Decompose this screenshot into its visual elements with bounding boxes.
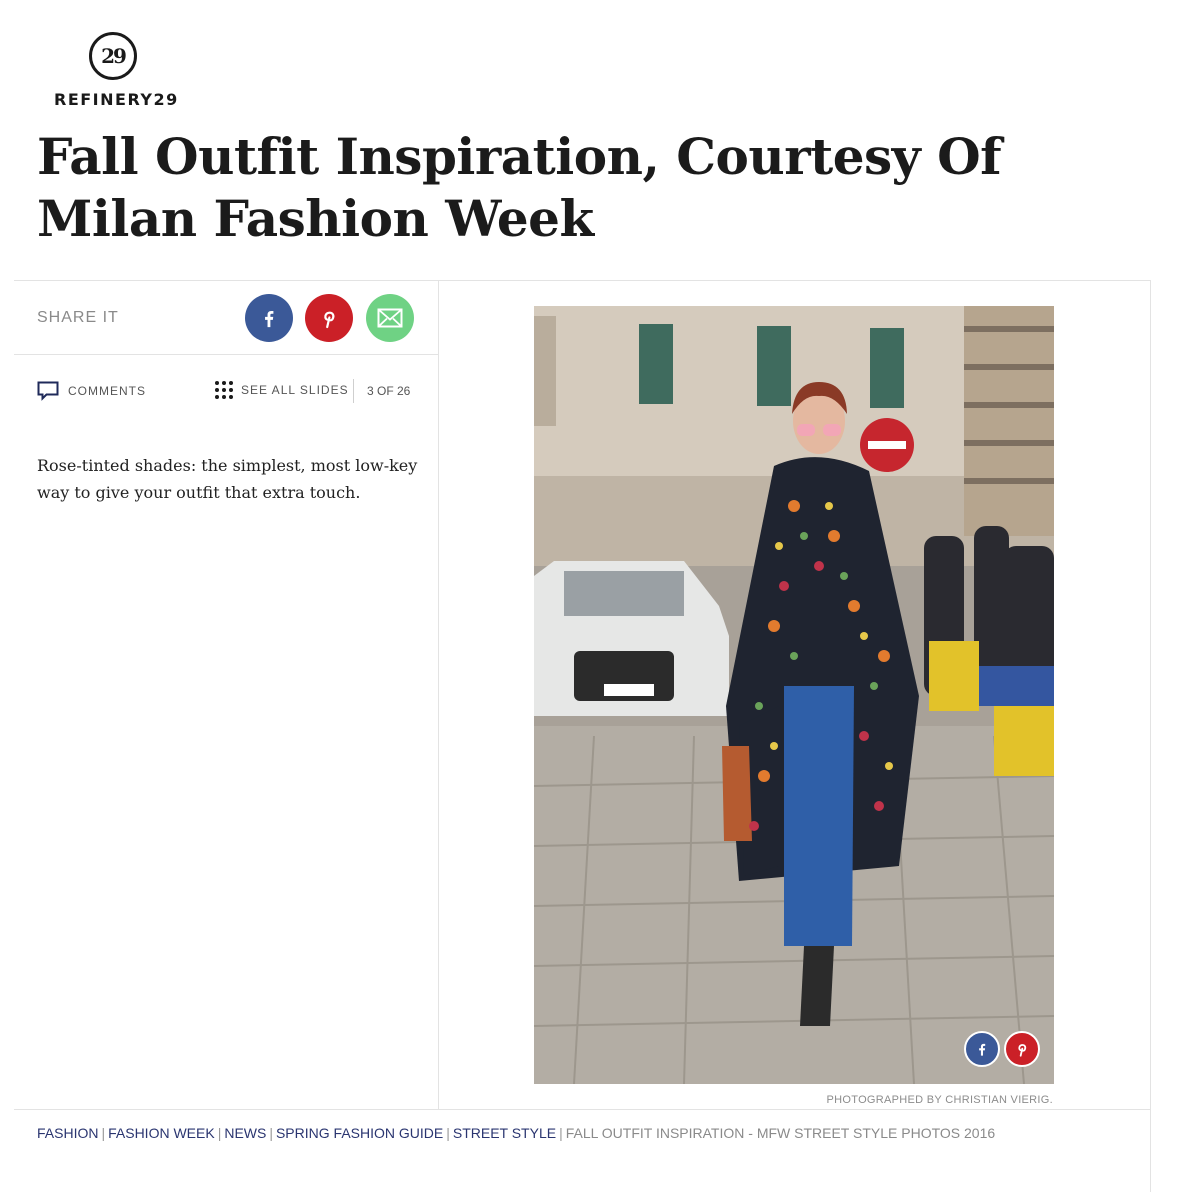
tag-separator: |: [269, 1125, 273, 1141]
slide-counter: 3 OF 26: [367, 384, 411, 398]
toolbar-separator: [353, 379, 354, 403]
tag-link-fashion[interactable]: FASHION: [37, 1125, 98, 1141]
photo-pinterest-share-button[interactable]: [1004, 1031, 1040, 1067]
tag-separator: |: [446, 1125, 450, 1141]
brand-logo-mark[interactable]: 29: [89, 32, 137, 80]
share-label: SHARE IT: [37, 309, 119, 326]
grid-icon: [215, 381, 233, 399]
content-bottom-divider: [14, 1109, 1151, 1110]
comment-bubble-icon: [37, 381, 59, 401]
tag-link-spring-fashion-guide[interactable]: SPRING FASHION GUIDE: [276, 1125, 443, 1141]
slide-photo: [534, 306, 1054, 1084]
brand-logo-wordmark[interactable]: REFINERY29: [54, 90, 179, 109]
share-divider: [14, 354, 438, 355]
content-right-border: [1150, 280, 1151, 1192]
see-all-slides-label: SEE ALL SLIDES: [241, 383, 349, 397]
photo-credit: PHOTOGRAPHED BY CHRISTIAN VIERIG.: [826, 1094, 1053, 1106]
tag-separator: |: [217, 1125, 222, 1141]
facebook-share-button[interactable]: [245, 294, 293, 342]
tag-separator: |: [559, 1125, 563, 1141]
tag-link-street-style[interactable]: STREET STYLE: [453, 1125, 556, 1141]
email-share-button[interactable]: [366, 294, 414, 342]
tag-breadcrumb: FASHION | FASHION WEEK | NEWS | SPRING FASHION…: [37, 1125, 995, 1141]
content-top-divider: [14, 280, 1151, 281]
see-all-slides-button[interactable]: SEE ALL SLIDES: [215, 381, 349, 399]
pinterest-icon: [1018, 1044, 1027, 1057]
photo-facebook-share-button[interactable]: [964, 1031, 1000, 1067]
current-page-label: FALL OUTFIT INSPIRATION - MFW STREET STY…: [565, 1125, 996, 1141]
facebook-icon: [265, 310, 274, 328]
email-icon: [377, 308, 403, 328]
tag-link-news[interactable]: NEWS: [224, 1125, 266, 1141]
slide-caption: Rose-tinted shades: the simplest, most l…: [37, 456, 418, 502]
comments-label: COMMENTS: [68, 384, 146, 398]
sidebar-divider: [438, 280, 439, 1109]
comments-link[interactable]: COMMENTS: [37, 381, 146, 401]
pinterest-share-button[interactable]: [305, 294, 353, 342]
article-title: Fall Outfit Inspiration, Courtesy Of Mil…: [37, 127, 1002, 248]
pinterest-icon: [324, 311, 335, 329]
tag-separator: |: [101, 1125, 106, 1141]
tag-link-fashion-week[interactable]: FASHION WEEK: [108, 1125, 215, 1141]
facebook-icon: [979, 1043, 986, 1056]
